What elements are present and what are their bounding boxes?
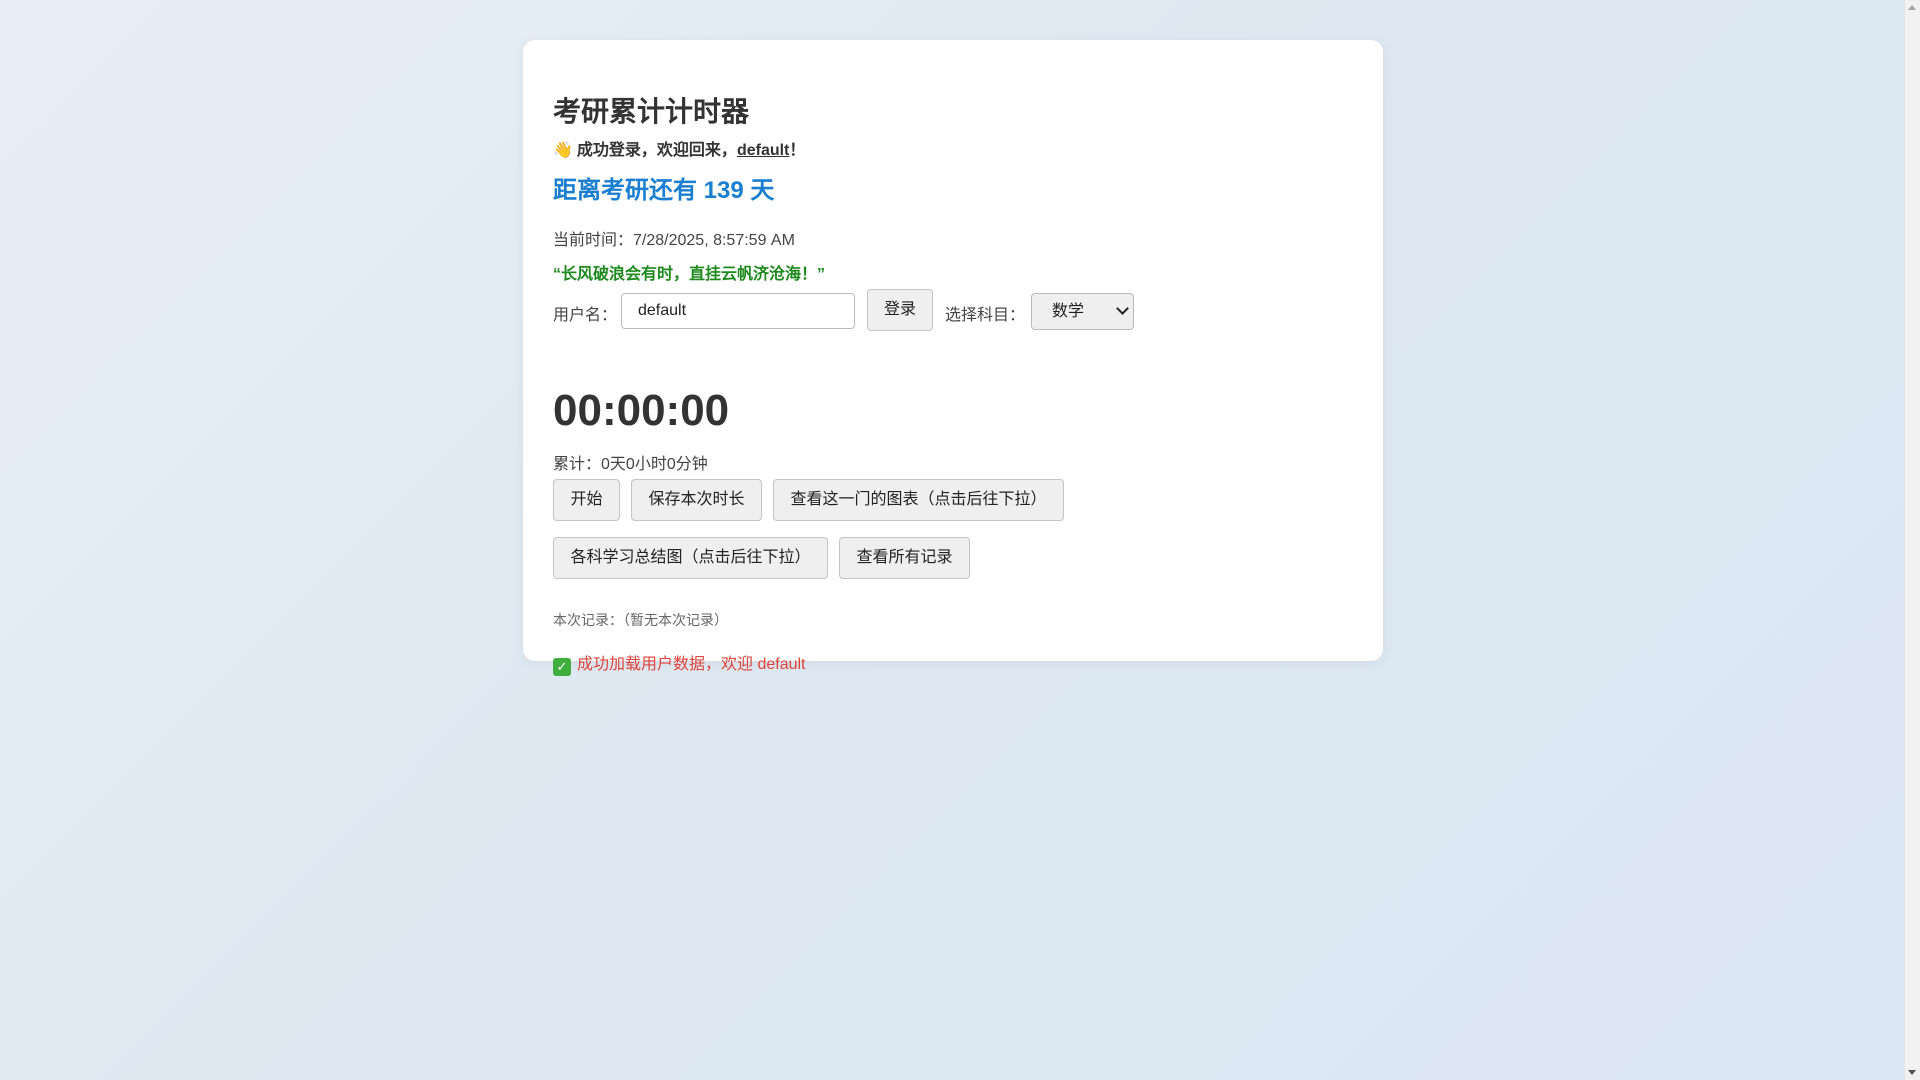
total-time-value: 0天0小时0分钟 — [601, 456, 708, 473]
username-label: 用户名： — [553, 307, 618, 324]
scroll-up-arrow-icon[interactable] — [1908, 5, 1916, 10]
exam-countdown: 距离考研还有 139 天 — [553, 177, 775, 204]
total-time-label: 累计： — [553, 456, 602, 473]
page-title: 考研累计计时器 — [553, 96, 750, 127]
subject-select[interactable]: 数学 — [1031, 293, 1134, 330]
subject-selected-value: 数学 — [1052, 303, 1085, 320]
subject-label: 选择科目： — [945, 307, 1026, 324]
session-record: 本次记录：（暂无本次记录） — [553, 612, 728, 628]
summary-chart-button[interactable]: 各科学习总结图（点击后往下拉） — [553, 537, 828, 579]
welcome-message: 👋 成功登录，欢迎回来，default！ — [553, 136, 805, 160]
all-records-button[interactable]: 查看所有记录 — [839, 537, 970, 579]
current-time: 当前时间：7/28/2025, 8:57:59 AM — [553, 226, 795, 250]
welcome-suffix: ！ — [789, 142, 806, 159]
vertical-scrollbar[interactable] — [1904, 0, 1920, 1080]
waving-hand-icon: 👋 — [553, 142, 573, 159]
current-time-label: 当前时间： — [553, 232, 634, 249]
total-time: 累计：0天0小时0分钟 — [553, 450, 708, 474]
current-time-value: 7/28/2025, 8:57:59 AM — [633, 232, 795, 249]
status-message: ✓ 成功加载用户数据，欢迎 default — [553, 650, 806, 676]
login-row: 用户名： 登录 选择科目： 数学 — [553, 289, 1353, 331]
motivational-quote: “长风破浪会有时，直挂云帆济沧海！” — [553, 266, 826, 283]
username-input[interactable] — [621, 293, 855, 329]
timer-card: 考研累计计时器 👋 成功登录，欢迎回来，default！ 距离考研还有 139 天… — [523, 40, 1383, 676]
subject-chart-button[interactable]: 查看这一门的图表（点击后往下拉） — [773, 479, 1064, 521]
save-session-button[interactable]: 保存本次时长 — [631, 479, 762, 521]
check-mark-icon: ✓ — [553, 658, 571, 676]
welcome-prefix: 成功登录，欢迎回来， — [576, 142, 737, 159]
start-button[interactable]: 开始 — [553, 479, 620, 521]
welcome-username: default — [736, 142, 790, 159]
chevron-down-icon — [1116, 302, 1129, 315]
timer-display: 00:00:00 — [553, 386, 730, 435]
status-text: 成功加载用户数据，欢迎 default — [577, 656, 806, 673]
login-button[interactable]: 登录 — [867, 289, 933, 331]
scroll-down-arrow-icon[interactable] — [1908, 1070, 1916, 1075]
